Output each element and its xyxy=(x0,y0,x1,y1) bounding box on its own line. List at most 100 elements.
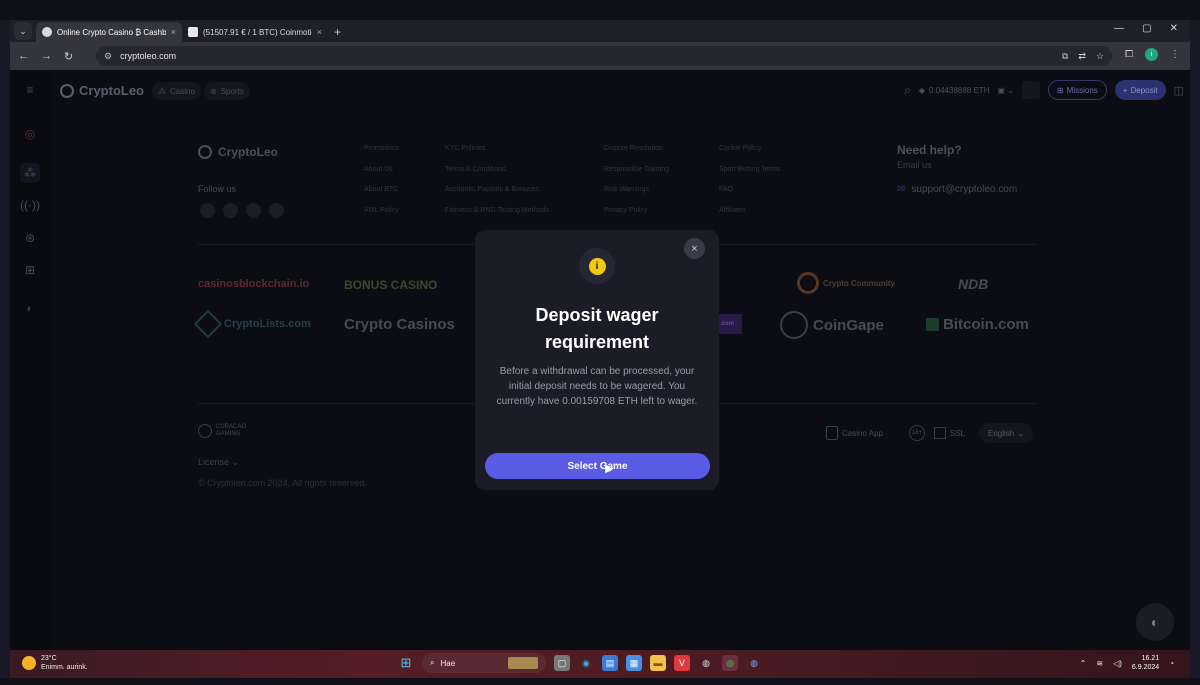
file-explorer-icon[interactable]: ▬ xyxy=(650,655,666,671)
footer-link[interactable]: Fairness & RNG Testing Methods xyxy=(445,201,549,222)
partner-cryptolists[interactable]: CryptoLists.com xyxy=(193,309,311,339)
live-icon[interactable]: ((·)) xyxy=(20,195,40,215)
modal-close-button[interactable]: × xyxy=(684,238,705,259)
footer-link[interactable]: Accounts, Payouts & Bonuses xyxy=(445,180,549,201)
notification-bell-icon[interactable]: ◔ xyxy=(1169,659,1174,668)
discord-icon[interactable] xyxy=(200,203,215,218)
minimize-button[interactable]: — xyxy=(1114,23,1124,34)
support-headset-icon[interactable]: ◐ xyxy=(20,298,40,318)
footer-link[interactable]: Affiliates xyxy=(719,201,780,222)
site-info-icon[interactable]: ⚙ xyxy=(104,51,112,62)
missions-label: Missions xyxy=(1066,85,1098,95)
taskbar-search[interactable]: ⌕ Hae xyxy=(422,653,546,673)
chevron-up-icon[interactable]: ⌃ xyxy=(1080,659,1087,668)
wifi-icon[interactable]: ≋ xyxy=(1096,659,1103,668)
select-game-button[interactable]: Select Game xyxy=(485,453,710,479)
reload-icon[interactable]: ↻ xyxy=(64,50,73,63)
menu-dots-icon[interactable]: ⋮ xyxy=(1170,49,1180,60)
tab-coinmotion[interactable]: (51507.91 € / 1 BTC) Coinmotio × xyxy=(182,22,328,42)
bookmark-star-icon[interactable]: ☆ xyxy=(1096,51,1104,62)
chrome-icon[interactable]: ◍ xyxy=(722,655,738,671)
extensions-icon[interactable]: ⧠ xyxy=(1125,49,1133,60)
casino-target-icon[interactable]: ◎ xyxy=(20,124,40,144)
footer-link[interactable]: KYC Policies xyxy=(445,139,549,160)
casino-app-button[interactable]: Casino App xyxy=(826,424,883,442)
coingape-logo-icon xyxy=(780,311,808,339)
footer-link[interactable]: Privacy Policy xyxy=(604,201,669,222)
footer-link[interactable]: About BTC xyxy=(364,180,399,201)
profile-avatar-icon[interactable]: i xyxy=(1145,48,1158,61)
top-strip xyxy=(0,0,1200,20)
footer-link[interactable]: AML Policy xyxy=(364,201,399,222)
footer-link[interactable]: Sport Betting Terms xyxy=(719,160,780,181)
vivaldi-icon[interactable]: V xyxy=(674,655,690,671)
instagram-icon[interactable] xyxy=(223,203,238,218)
task-view-icon[interactable]: ▢ xyxy=(554,655,570,671)
address-bar[interactable]: ⚙ cryptoleo.com ⧉ ⇄ ☆ xyxy=(96,46,1112,66)
footer-link[interactable]: Dispute Resolution xyxy=(604,139,669,160)
footer-link[interactable]: Cookie Policy xyxy=(719,139,780,160)
footer-link[interactable]: Promotions xyxy=(364,139,399,160)
weather-widget[interactable]: 23°C Enimm. aurink. xyxy=(22,654,88,672)
tab-search-button[interactable]: ⌄ xyxy=(14,22,32,40)
app-icon[interactable]: ◍ xyxy=(698,655,714,671)
install-app-icon[interactable]: ⧉ xyxy=(1062,51,1068,62)
language-select[interactable]: English ⌄ xyxy=(979,423,1033,443)
close-window-button[interactable]: ✕ xyxy=(1170,23,1178,34)
back-icon[interactable]: ← xyxy=(18,50,29,62)
balance-display[interactable]: ◆ 0.04438888 ETH xyxy=(919,86,990,95)
curacao-gaming-badge[interactable]: CURACAO GAMING xyxy=(198,424,256,438)
clock[interactable]: 16.21 6.9.2024 xyxy=(1132,654,1159,672)
tab-cryptoleo[interactable]: Online Crypto Casino ₿ Cashba × xyxy=(36,22,182,42)
volume-icon[interactable]: ◁) xyxy=(1113,659,1122,668)
partner-casinosblockchain[interactable]: casinosblockchain.io xyxy=(198,278,309,290)
windows-start-icon[interactable]: ⊞ xyxy=(398,655,414,671)
new-tab-button[interactable]: + xyxy=(334,25,341,39)
missions-button[interactable]: ⊞ Missions xyxy=(1047,80,1107,100)
casino-icon[interactable]: ⁂ xyxy=(20,163,40,183)
globe-icon[interactable]: ◍ xyxy=(746,655,762,671)
gamepad-icon[interactable]: ⊞ xyxy=(20,260,40,280)
hamburger-menu-icon[interactable]: ≡ xyxy=(20,80,40,100)
edge-icon[interactable]: ◉ xyxy=(578,655,594,671)
footer-link[interactable]: Terms & Conditions xyxy=(445,160,549,181)
partner-cryptocommunity-text: Crypto Community xyxy=(823,278,895,288)
sports-ball-icon[interactable]: ⊛ xyxy=(20,228,40,248)
footer-link[interactable]: Risk Warnings xyxy=(604,180,669,201)
translate-icon[interactable]: ⇄ xyxy=(1078,51,1086,62)
deposit-button[interactable]: + Deposit xyxy=(1114,80,1166,100)
nav-casino[interactable]: ⁂ Casino xyxy=(152,82,201,100)
partner-ndb[interactable]: NDB xyxy=(958,276,988,292)
search-icon[interactable]: ⌕ xyxy=(904,83,911,98)
footer-logo[interactable]: CryptoLeo xyxy=(198,145,278,159)
forward-icon[interactable]: → xyxy=(41,50,52,62)
partner-cryptocommunity[interactable]: Crypto Community xyxy=(797,272,895,294)
partner-cryptocasinos[interactable]: Crypto Casinos xyxy=(344,316,455,333)
phone-icon xyxy=(826,426,838,440)
url-text[interactable]: cryptoleo.com xyxy=(120,51,176,61)
footer-link[interactable]: Responsible Gaming xyxy=(604,160,669,181)
tab-close-icon[interactable]: × xyxy=(317,27,322,37)
support-email-link[interactable]: ✉ support@cryptoleo.com xyxy=(897,184,1017,195)
user-avatar[interactable] xyxy=(1021,81,1040,99)
restore-button[interactable]: ▢ xyxy=(1142,23,1151,34)
facebook-icon[interactable] xyxy=(246,203,261,218)
cryptolists-logo-icon xyxy=(193,309,223,339)
footer-link[interactable]: About Us xyxy=(364,160,399,181)
partner-coingape[interactable]: CoinGape xyxy=(780,311,884,339)
nav-sports[interactable]: ⊛ Sports xyxy=(204,82,250,100)
modal-icon-wrap: i xyxy=(579,248,615,284)
partner-bitcoincom[interactable]: Bitcoin.com xyxy=(926,316,1029,333)
wallet-dropdown[interactable]: ▣ ⌄ xyxy=(997,86,1013,95)
notepad-icon[interactable]: ▦ xyxy=(626,655,642,671)
footer-link[interactable]: FAQ xyxy=(719,180,780,201)
notifications-icon[interactable]: ◫ xyxy=(1174,84,1184,97)
telegram-icon[interactable] xyxy=(269,203,284,218)
partner-bonuscasino[interactable]: BONUS CASINO xyxy=(344,278,437,292)
store-icon[interactable]: ▤ xyxy=(602,655,618,671)
sports-nav-icon: ⊛ xyxy=(210,86,217,96)
site-logo[interactable]: CryptoLeo xyxy=(60,83,144,98)
license-dropdown[interactable]: License ⌄ xyxy=(198,457,239,468)
live-chat-button[interactable]: ◐ xyxy=(1136,603,1174,641)
tab-close-icon[interactable]: × xyxy=(171,27,176,37)
